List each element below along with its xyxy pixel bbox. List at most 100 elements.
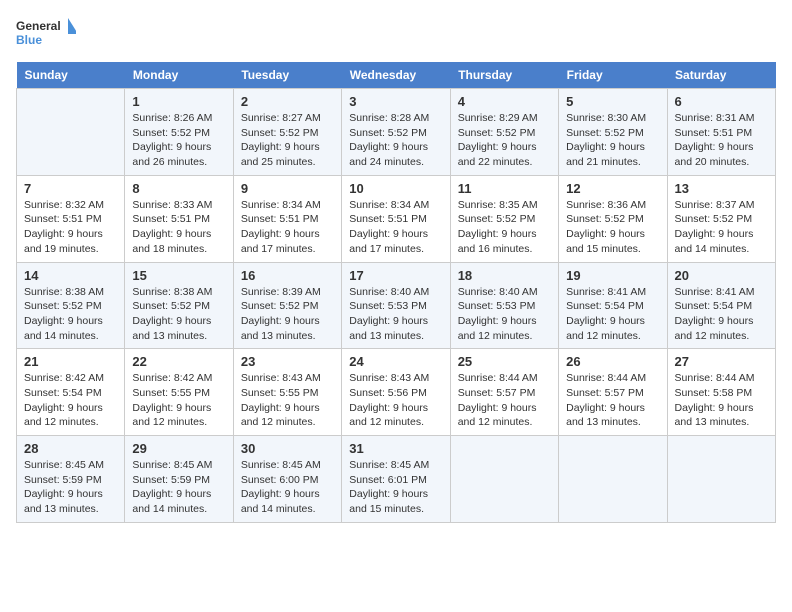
- day-info: Sunrise: 8:29 AMSunset: 5:52 PMDaylight:…: [458, 111, 551, 170]
- day-info: Sunrise: 8:34 AMSunset: 5:51 PMDaylight:…: [241, 198, 334, 257]
- calendar-cell: 8Sunrise: 8:33 AMSunset: 5:51 PMDaylight…: [125, 175, 233, 262]
- day-info: Sunrise: 8:44 AMSunset: 5:57 PMDaylight:…: [566, 371, 659, 430]
- day-number: 10: [349, 181, 442, 196]
- day-info: Sunrise: 8:42 AMSunset: 5:55 PMDaylight:…: [132, 371, 225, 430]
- calendar-cell: 11 Sunrise: 8:35 AMSunset: 5:52 PMDayligh…: [450, 175, 558, 262]
- day-info: Sunrise: 8:43 AMSunset: 5:55 PMDaylight:…: [241, 371, 334, 430]
- day-info: Sunrise: 8:33 AMSunset: 5:51 PMDaylight:…: [132, 198, 225, 257]
- day-number: 24: [349, 354, 442, 369]
- day-number: 12: [566, 181, 659, 196]
- day-number: 15: [132, 268, 225, 283]
- calendar-cell: 30Sunrise: 8:45 AMSunset: 6:00 PMDayligh…: [233, 436, 341, 523]
- logo-svg: General Blue: [16, 16, 76, 52]
- calendar-cell: 5 Sunrise: 8:30 AMSunset: 5:52 PMDaylight…: [559, 89, 667, 176]
- day-number: 13: [675, 181, 768, 196]
- weekday-header: Monday: [125, 62, 233, 89]
- day-info: Sunrise: 8:45 AMSunset: 6:00 PMDaylight:…: [241, 458, 334, 517]
- calendar-cell: 28Sunrise: 8:45 AMSunset: 5:59 PMDayligh…: [17, 436, 125, 523]
- day-info: Sunrise: 8:38 AMSunset: 5:52 PMDaylight:…: [24, 285, 117, 344]
- day-number: 3: [349, 94, 442, 109]
- weekday-header: Thursday: [450, 62, 558, 89]
- day-number: 21: [24, 354, 117, 369]
- day-info: Sunrise: 8:40 AMSunset: 5:53 PMDaylight:…: [458, 285, 551, 344]
- day-number: 9: [241, 181, 334, 196]
- day-info: Sunrise: 8:31 AMSunset: 5:51 PMDaylight:…: [675, 111, 768, 170]
- day-number: 2: [241, 94, 334, 109]
- day-number: 18: [458, 268, 551, 283]
- day-number: 5: [566, 94, 659, 109]
- calendar-cell: 21 Sunrise: 8:42 AMSunset: 5:54 PMDayligh…: [17, 349, 125, 436]
- calendar-cell: 4 Sunrise: 8:29 AMSunset: 5:52 PMDaylight…: [450, 89, 558, 176]
- day-info: Sunrise: 8:26 AMSunset: 5:52 PMDaylight:…: [132, 111, 225, 170]
- day-number: 11: [458, 181, 551, 196]
- day-info: Sunrise: 8:38 AMSunset: 5:52 PMDaylight:…: [132, 285, 225, 344]
- calendar-cell: 24 Sunrise: 8:43 AMSunset: 5:56 PMDayligh…: [342, 349, 450, 436]
- calendar-cell: 10 Sunrise: 8:34 AMSunset: 5:51 PMDayligh…: [342, 175, 450, 262]
- calendar-cell: 2Sunrise: 8:27 AMSunset: 5:52 PMDaylight…: [233, 89, 341, 176]
- day-number: 31: [349, 441, 442, 456]
- weekday-header: Saturday: [667, 62, 775, 89]
- day-number: 4: [458, 94, 551, 109]
- calendar-cell: 1 Sunrise: 8:26 AMSunset: 5:52 PMDaylight…: [125, 89, 233, 176]
- day-info: Sunrise: 8:36 AMSunset: 5:52 PMDaylight:…: [566, 198, 659, 257]
- day-number: 6: [675, 94, 768, 109]
- day-info: Sunrise: 8:40 AMSunset: 5:53 PMDaylight:…: [349, 285, 442, 344]
- day-info: Sunrise: 8:32 AMSunset: 5:51 PMDaylight:…: [24, 198, 117, 257]
- calendar-body: 1 Sunrise: 8:26 AMSunset: 5:52 PMDaylight…: [17, 89, 776, 523]
- calendar-cell: 12 Sunrise: 8:36 AMSunset: 5:52 PMDayligh…: [559, 175, 667, 262]
- calendar-week-row: 1 Sunrise: 8:26 AMSunset: 5:52 PMDaylight…: [17, 89, 776, 176]
- day-number: 29: [132, 441, 225, 456]
- calendar-cell: 22 Sunrise: 8:42 AMSunset: 5:55 PMDayligh…: [125, 349, 233, 436]
- day-number: 25: [458, 354, 551, 369]
- calendar-cell: 26 Sunrise: 8:44 AMSunset: 5:57 PMDayligh…: [559, 349, 667, 436]
- day-number: 14: [24, 268, 117, 283]
- day-info: Sunrise: 8:44 AMSunset: 5:57 PMDaylight:…: [458, 371, 551, 430]
- calendar-cell: 17Sunrise: 8:40 AMSunset: 5:53 PMDayligh…: [342, 262, 450, 349]
- weekday-header: Friday: [559, 62, 667, 89]
- day-info: Sunrise: 8:45 AMSunset: 5:59 PMDaylight:…: [132, 458, 225, 517]
- calendar-week-row: 28 Sunrise: 8:45 AMSunset: 5:59 PMDayligh…: [17, 436, 776, 523]
- day-info: Sunrise: 8:41 AMSunset: 5:54 PMDaylight:…: [566, 285, 659, 344]
- calendar-cell: 19Sunrise: 8:41 AMSunset: 5:54 PMDayligh…: [559, 262, 667, 349]
- day-info: Sunrise: 8:37 AMSunset: 5:52 PMDaylight:…: [675, 198, 768, 257]
- day-number: 23: [241, 354, 334, 369]
- calendar-cell: [450, 436, 558, 523]
- calendar-cell: 13 Sunrise: 8:37 AMSunset: 5:52 PMDayligh…: [667, 175, 775, 262]
- calendar-cell: 23 Sunrise: 8:43 AMSunset: 5:55 PMDayligh…: [233, 349, 341, 436]
- calendar-cell: 9 Sunrise: 8:34 AMSunset: 5:51 PMDaylight…: [233, 175, 341, 262]
- day-info: Sunrise: 8:43 AMSunset: 5:56 PMDaylight:…: [349, 371, 442, 430]
- calendar-cell: 6 Sunrise: 8:31 AMSunset: 5:51 PMDaylight…: [667, 89, 775, 176]
- day-number: 22: [132, 354, 225, 369]
- day-info: Sunrise: 8:42 AMSunset: 5:54 PMDaylight:…: [24, 371, 117, 430]
- calendar-cell: [559, 436, 667, 523]
- day-info: Sunrise: 8:41 AMSunset: 5:54 PMDaylight:…: [675, 285, 768, 344]
- calendar-cell: 29 Sunrise: 8:45 AMSunset: 5:59 PMDayligh…: [125, 436, 233, 523]
- calendar-header-row: SundayMondayTuesdayWednesdayThursdayFrid…: [17, 62, 776, 89]
- calendar-cell: 18 Sunrise: 8:40 AMSunset: 5:53 PMDayligh…: [450, 262, 558, 349]
- calendar-cell: 16Sunrise: 8:39 AMSunset: 5:52 PMDayligh…: [233, 262, 341, 349]
- day-info: Sunrise: 8:35 AMSunset: 5:52 PMDaylight:…: [458, 198, 551, 257]
- day-info: Sunrise: 8:45 AMSunset: 6:01 PMDaylight:…: [349, 458, 442, 517]
- calendar-week-row: 7Sunrise: 8:32 AMSunset: 5:51 PMDaylight…: [17, 175, 776, 262]
- calendar-cell: 25 Sunrise: 8:44 AMSunset: 5:57 PMDayligh…: [450, 349, 558, 436]
- calendar-cell: [17, 89, 125, 176]
- weekday-header: Sunday: [17, 62, 125, 89]
- calendar-cell: 7Sunrise: 8:32 AMSunset: 5:51 PMDaylight…: [17, 175, 125, 262]
- day-number: 26: [566, 354, 659, 369]
- weekday-header: Tuesday: [233, 62, 341, 89]
- day-info: Sunrise: 8:34 AMSunset: 5:51 PMDaylight:…: [349, 198, 442, 257]
- calendar-cell: 20 Sunrise: 8:41 AMSunset: 5:54 PMDayligh…: [667, 262, 775, 349]
- day-number: 28: [24, 441, 117, 456]
- calendar-cell: 27Sunrise: 8:44 AMSunset: 5:58 PMDayligh…: [667, 349, 775, 436]
- svg-text:General: General: [16, 19, 61, 33]
- day-number: 16: [241, 268, 334, 283]
- calendar-cell: 15 Sunrise: 8:38 AMSunset: 5:52 PMDayligh…: [125, 262, 233, 349]
- calendar-week-row: 21 Sunrise: 8:42 AMSunset: 5:54 PMDayligh…: [17, 349, 776, 436]
- day-info: Sunrise: 8:30 AMSunset: 5:52 PMDaylight:…: [566, 111, 659, 170]
- day-number: 20: [675, 268, 768, 283]
- day-number: 1: [132, 94, 225, 109]
- day-number: 27: [675, 354, 768, 369]
- logo: General Blue: [16, 16, 76, 52]
- calendar-cell: 31 Sunrise: 8:45 AMSunset: 6:01 PMDayligh…: [342, 436, 450, 523]
- calendar-cell: [667, 436, 775, 523]
